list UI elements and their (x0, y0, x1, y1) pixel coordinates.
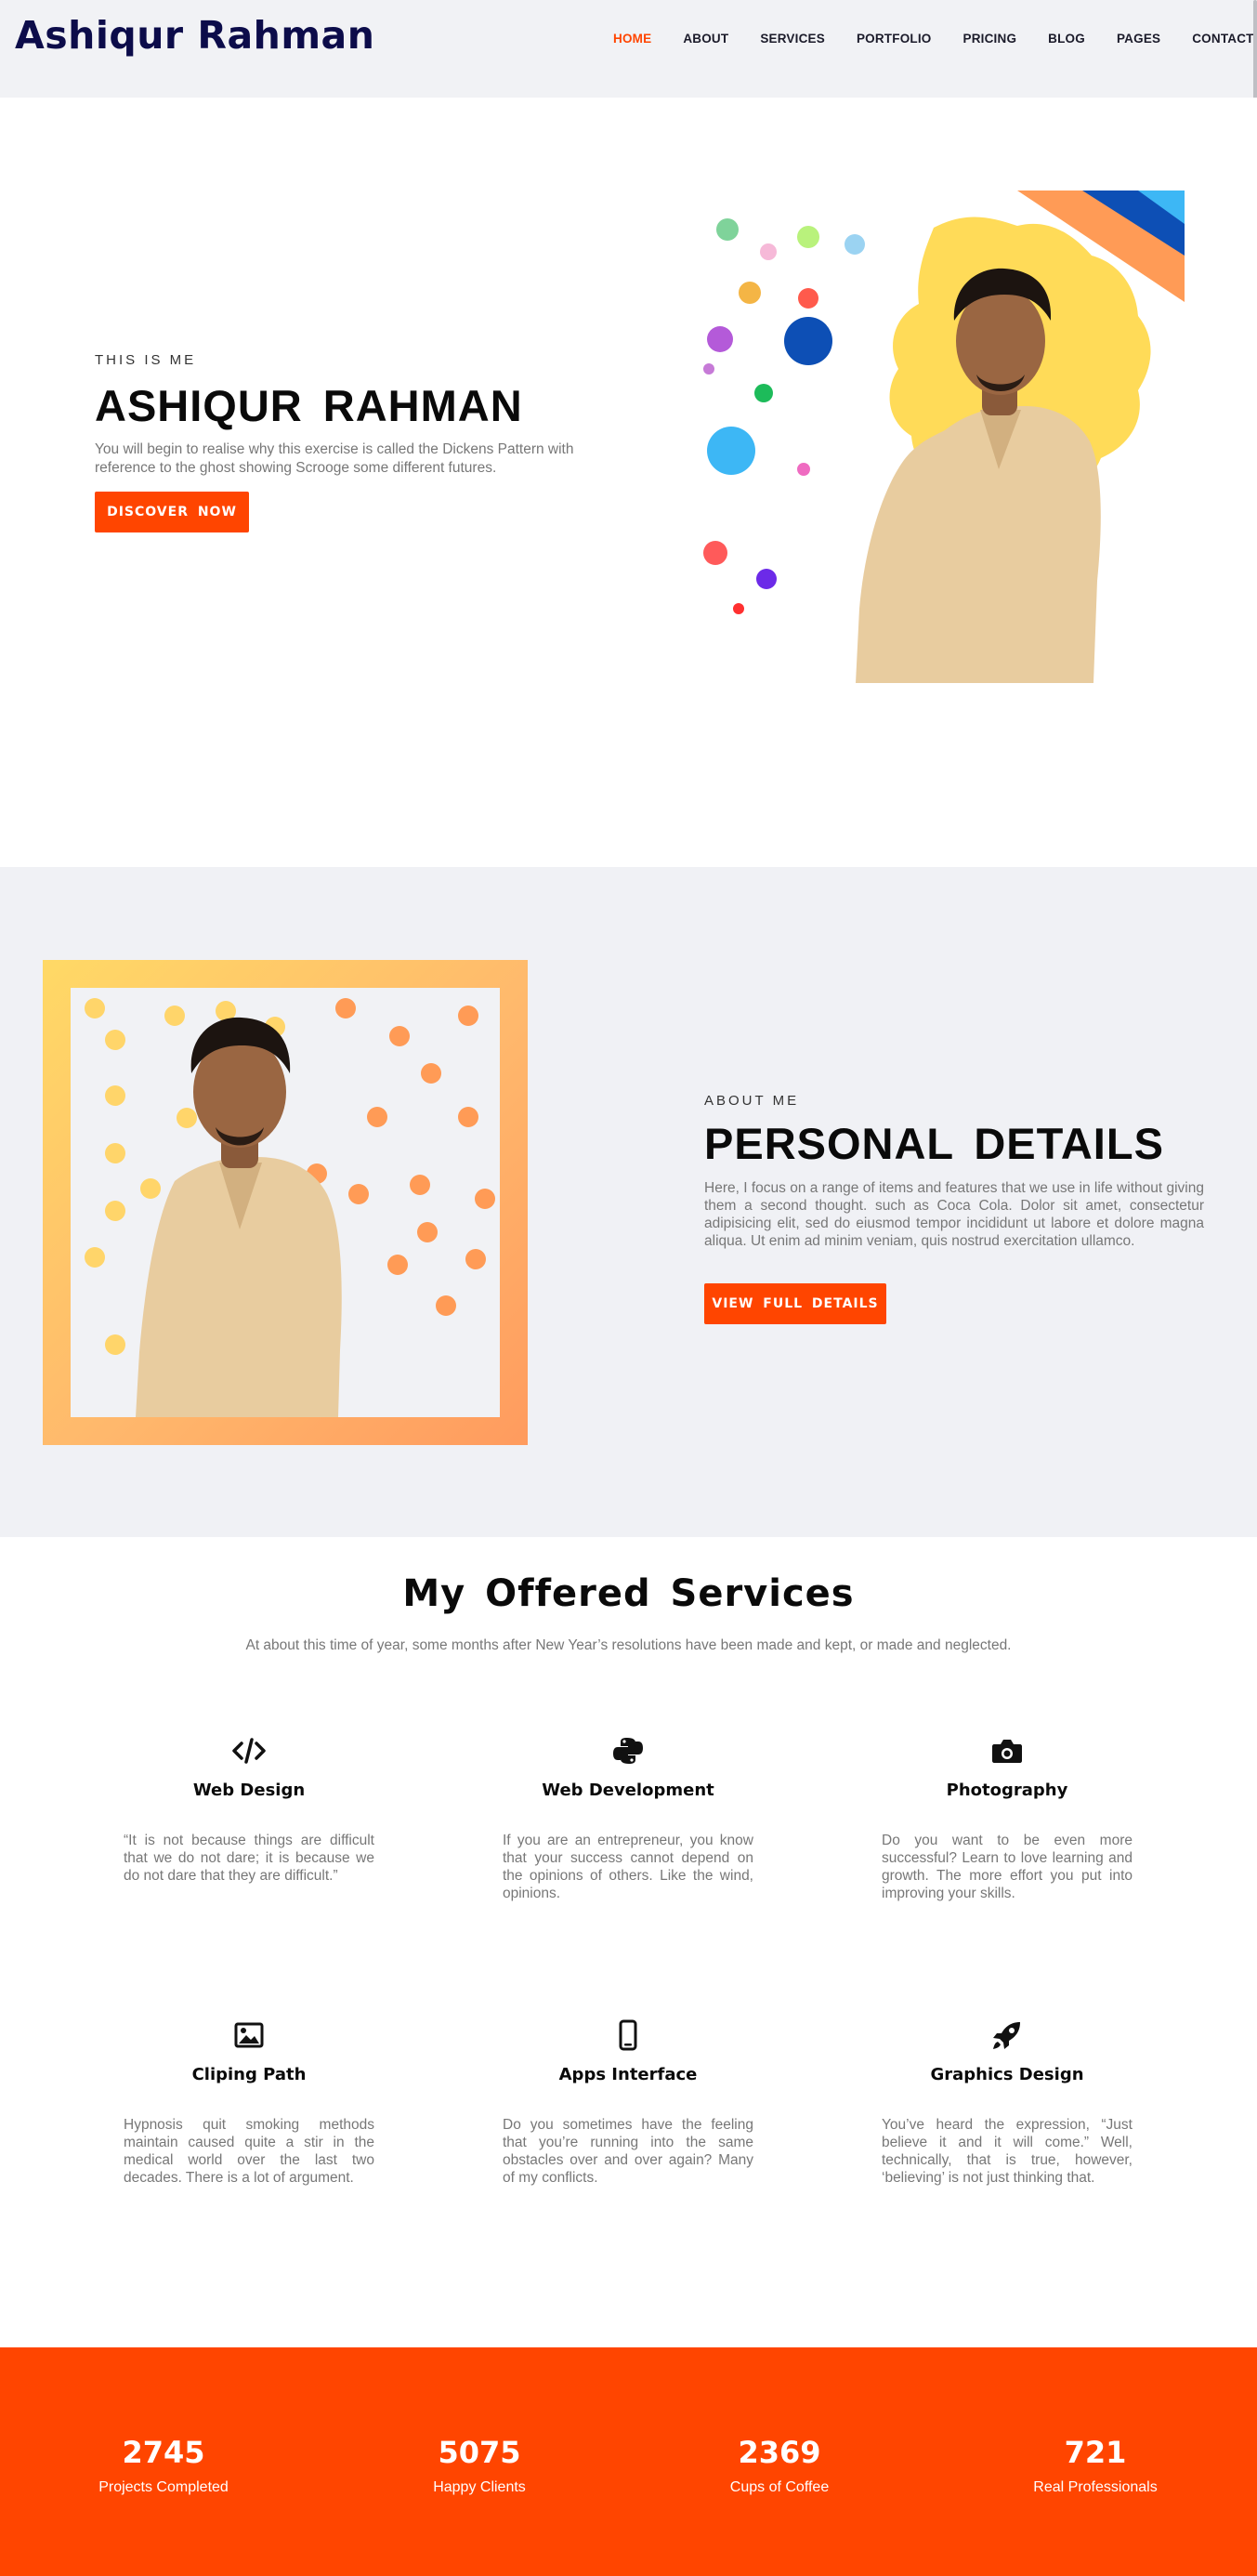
about-portrait-frame (43, 960, 528, 1445)
stat-professionals: 721 Real Professionals (975, 2435, 1216, 2496)
stat-clients: 5075 Happy Clients (359, 2435, 600, 2496)
service-name: Web Design (192, 1781, 306, 1800)
hero-section: THIS IS ME ASHIQUR RAHMAN You will begin… (0, 98, 1257, 867)
services-title: My Offered Services (402, 1572, 855, 1615)
service-card-web-development[interactable]: Web Development If you are an entreprene… (503, 1732, 753, 1902)
services-subtitle: At about this time of year, some months … (245, 1637, 1012, 1653)
hero-description: You will begin to realise why this exerc… (95, 441, 574, 476)
view-full-details-button[interactable]: VIEW FULL DETAILS (704, 1283, 886, 1324)
about-title: PERSONAL DETAILS (704, 1119, 1164, 1168)
nav-item-services[interactable]: SERVICES (760, 32, 825, 46)
stat-value: 721 (1064, 2435, 1127, 2470)
service-card-cliping-path[interactable]: Cliping Path Hypnosis quit smoking metho… (124, 2017, 374, 2187)
service-description: Do you want to be even more successful? … (882, 1833, 1133, 1901)
stat-value: 2745 (122, 2435, 205, 2470)
service-name: Photography (946, 1781, 1068, 1800)
services-section: My Offered Services At about this time o… (0, 1537, 1257, 2347)
nav-item-blog[interactable]: BLOG (1048, 32, 1085, 46)
stat-label: Cups of Coffee (729, 2479, 830, 2495)
service-name: Apps Interface (558, 2065, 698, 2084)
stat-value: 5075 (438, 2435, 521, 2470)
stat-label: Projects Completed (98, 2479, 229, 2495)
service-description: “It is not because things are difficult … (124, 1833, 374, 1884)
main-menu: HOME ABOUT SERVICES PORTFOLIO PRICING BL… (613, 32, 1257, 46)
hero-eyebrow: THIS IS ME (95, 352, 197, 368)
code-icon (232, 1738, 266, 1764)
about-section: ABOUT ME PERSONAL DETAILS Here, I focus … (0, 867, 1257, 1537)
service-description: You’ve heard the expression, “Just belie… (882, 2117, 1133, 2186)
top-navigation: Ashiqur Rahman HOME ABOUT SERVICES PORTF… (0, 0, 1257, 98)
about-portrait-panel (71, 988, 500, 1417)
stat-value: 2369 (738, 2435, 821, 2470)
mobile-icon (619, 2019, 637, 2051)
service-name: Graphics Design (930, 2065, 1084, 2084)
nav-item-home[interactable]: HOME (613, 32, 651, 46)
stat-label: Happy Clients (433, 2479, 526, 2495)
service-card-photography[interactable]: Photography Do you want to be even more … (882, 1732, 1133, 1902)
service-description: Hypnosis quit smoking methods maintain c… (124, 2117, 374, 2186)
service-card-web-design[interactable]: Web Design “It is not because things are… (124, 1732, 374, 1885)
service-card-graphics-design[interactable]: Graphics Design You’ve heard the express… (882, 2017, 1133, 2187)
camera-icon (992, 1740, 1022, 1763)
stats-section: 2745 Projects Completed 5075 Happy Clien… (0, 2347, 1257, 2576)
hero-portrait-image (703, 191, 1185, 683)
brand-logo[interactable]: Ashiqur Rahman (15, 13, 374, 58)
nav-item-pages[interactable]: PAGES (1117, 32, 1160, 46)
discover-now-button[interactable]: DISCOVER NOW (95, 492, 249, 532)
service-card-apps-interface[interactable]: Apps Interface Do you sometimes have the… (503, 2017, 753, 2187)
stat-coffee: 2369 Cups of Coffee (659, 2435, 900, 2496)
nav-item-pricing[interactable]: PRICING (963, 32, 1017, 46)
image-icon (234, 2022, 264, 2048)
rocket-icon (993, 2022, 1020, 2049)
about-portrait-image (85, 998, 495, 1417)
python-icon (613, 1738, 643, 1764)
about-description: Here, I focus on a range of items and fe… (704, 1180, 1204, 1249)
service-description: If you are an entrepreneur, you know tha… (503, 1833, 753, 1901)
hero-title: ASHIQUR RAHMAN (95, 381, 523, 430)
nav-item-portfolio[interactable]: PORTFOLIO (857, 32, 932, 46)
service-name: Web Development (542, 1781, 714, 1800)
nav-item-about[interactable]: ABOUT (683, 32, 728, 46)
stat-projects: 2745 Projects Completed (43, 2435, 284, 2496)
nav-item-contact[interactable]: CONTACT (1192, 32, 1253, 46)
about-eyebrow: ABOUT ME (704, 1093, 800, 1109)
stat-label: Real Professionals (1033, 2479, 1158, 2495)
service-name: Cliping Path (191, 2065, 307, 2084)
service-description: Do you sometimes have the feeling that y… (503, 2117, 753, 2186)
